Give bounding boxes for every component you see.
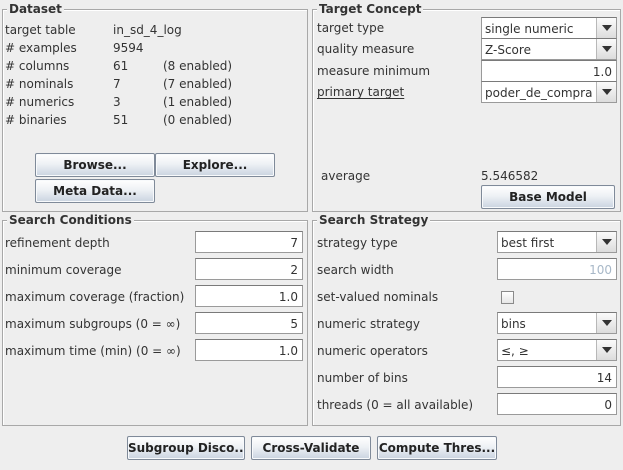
- dataset-value-nominals: 7: [113, 77, 121, 91]
- numeric-strategy-label: numeric strategy: [317, 317, 421, 331]
- minimum-coverage-field[interactable]: 2: [195, 258, 303, 280]
- measure-minimum-field[interactable]: 1.0: [481, 60, 617, 82]
- explore-button[interactable]: Explore...: [155, 153, 275, 177]
- chevron-down-icon[interactable]: [596, 232, 616, 252]
- dataset-extra-nominals: (7 enabled): [163, 77, 233, 91]
- maximum-subgroups-label: maximum subgroups (0 = ∞): [5, 317, 181, 331]
- strategy-type-label: strategy type: [317, 236, 398, 250]
- maximum-coverage-label: maximum coverage (fraction): [5, 290, 185, 304]
- dataset-label-columns: # columns: [5, 59, 70, 73]
- dataset-value-columns: 61: [113, 59, 129, 73]
- cross-validate-button[interactable]: Cross-Validate: [251, 436, 371, 460]
- base-model-button[interactable]: Base Model: [481, 185, 615, 209]
- average-value: 5.546582: [481, 169, 539, 183]
- maximum-time-label: maximum time (min) (0 = ∞): [5, 344, 181, 358]
- target-type-select[interactable]: single numeric: [481, 17, 617, 39]
- target-type-value: single numeric: [485, 22, 574, 36]
- maximum-coverage-field[interactable]: 1.0: [195, 285, 303, 307]
- dataset-label-numerics: # numerics: [5, 95, 75, 109]
- chevron-down-icon[interactable]: [596, 313, 616, 333]
- number-of-bins-field[interactable]: 14: [497, 366, 617, 388]
- dataset-extra-numerics: (1 enabled): [163, 95, 233, 109]
- dataset-extra-columns: (8 enabled): [163, 59, 233, 73]
- search-width-field[interactable]: 100: [497, 258, 617, 280]
- refinement-depth-label: refinement depth: [5, 236, 110, 250]
- dataset-panel: Dataset target table in_sd_4_log # examp…: [2, 1, 308, 212]
- chevron-down-icon[interactable]: [596, 82, 616, 102]
- maximum-subgroups-field[interactable]: 5: [195, 312, 303, 334]
- metadata-button[interactable]: Meta Data...: [35, 179, 155, 203]
- threads-field[interactable]: 0: [497, 393, 617, 415]
- dataset-label-examples: # examples: [5, 41, 77, 55]
- primary-target-select[interactable]: poder_de_compra: [481, 81, 617, 103]
- set-valued-nominals-label: set-valued nominals: [317, 290, 439, 304]
- numeric-operators-value: ≤, ≥: [501, 344, 529, 358]
- measure-minimum-label: measure minimum: [317, 64, 431, 78]
- primary-target-label-text: primary target: [317, 85, 405, 99]
- target-concept-panel-title: Target Concept: [317, 1, 424, 17]
- search-conditions-panel-title: Search Conditions: [7, 212, 134, 228]
- search-width-label: search width: [317, 263, 394, 277]
- browse-button[interactable]: Browse...: [35, 153, 155, 177]
- dataset-label-nominals: # nominals: [5, 77, 74, 91]
- quality-measure-select[interactable]: Z-Score: [481, 38, 617, 60]
- maximum-time-field[interactable]: 1.0: [195, 339, 303, 361]
- dataset-value-examples: 9594: [113, 41, 144, 55]
- numeric-strategy-value: bins: [501, 317, 526, 331]
- chevron-down-icon[interactable]: [596, 340, 616, 360]
- set-valued-nominals-checkbox[interactable]: [501, 291, 514, 304]
- dataset-label-binaries: # binaries: [5, 113, 67, 127]
- target-concept-panel: Target Concept target type single numeri…: [312, 1, 621, 212]
- search-strategy-panel-title: Search Strategy: [317, 212, 431, 228]
- number-of-bins-label: number of bins: [317, 371, 408, 385]
- search-conditions-panel: Search Conditions refinement depth 7 min…: [2, 212, 308, 426]
- numeric-operators-label: numeric operators: [317, 344, 428, 358]
- average-label: average: [321, 169, 371, 183]
- quality-measure-label: quality measure: [317, 42, 415, 56]
- subgroup-discovery-button[interactable]: Subgroup Disco...: [127, 436, 245, 460]
- dataset-value-target-table: in_sd_4_log: [113, 23, 182, 37]
- refinement-depth-field[interactable]: 7: [195, 231, 303, 253]
- chevron-down-icon[interactable]: [596, 18, 616, 38]
- dataset-panel-title: Dataset: [7, 1, 64, 17]
- target-type-label: target type: [317, 21, 385, 35]
- primary-target-label: primary target: [317, 84, 404, 100]
- dataset-value-numerics: 3: [113, 95, 121, 109]
- dataset-extra-binaries: (0 enabled): [163, 113, 233, 127]
- primary-target-value: poder_de_compra: [485, 86, 593, 100]
- minimum-coverage-label: minimum coverage: [5, 263, 122, 277]
- dataset-label-target-table: target table: [5, 23, 76, 37]
- strategy-type-select[interactable]: best first: [497, 231, 617, 253]
- chevron-down-icon[interactable]: [596, 39, 616, 59]
- quality-measure-value: Z-Score: [485, 43, 531, 57]
- numeric-operators-select[interactable]: ≤, ≥: [497, 339, 617, 361]
- compute-thresholds-button[interactable]: Compute Thres...: [377, 436, 497, 460]
- numeric-strategy-select[interactable]: bins: [497, 312, 617, 334]
- search-strategy-panel: Search Strategy strategy type best first…: [312, 212, 621, 426]
- strategy-type-value: best first: [501, 236, 555, 250]
- threads-label: threads (0 = all available): [317, 398, 474, 412]
- dataset-value-binaries: 51: [113, 113, 129, 127]
